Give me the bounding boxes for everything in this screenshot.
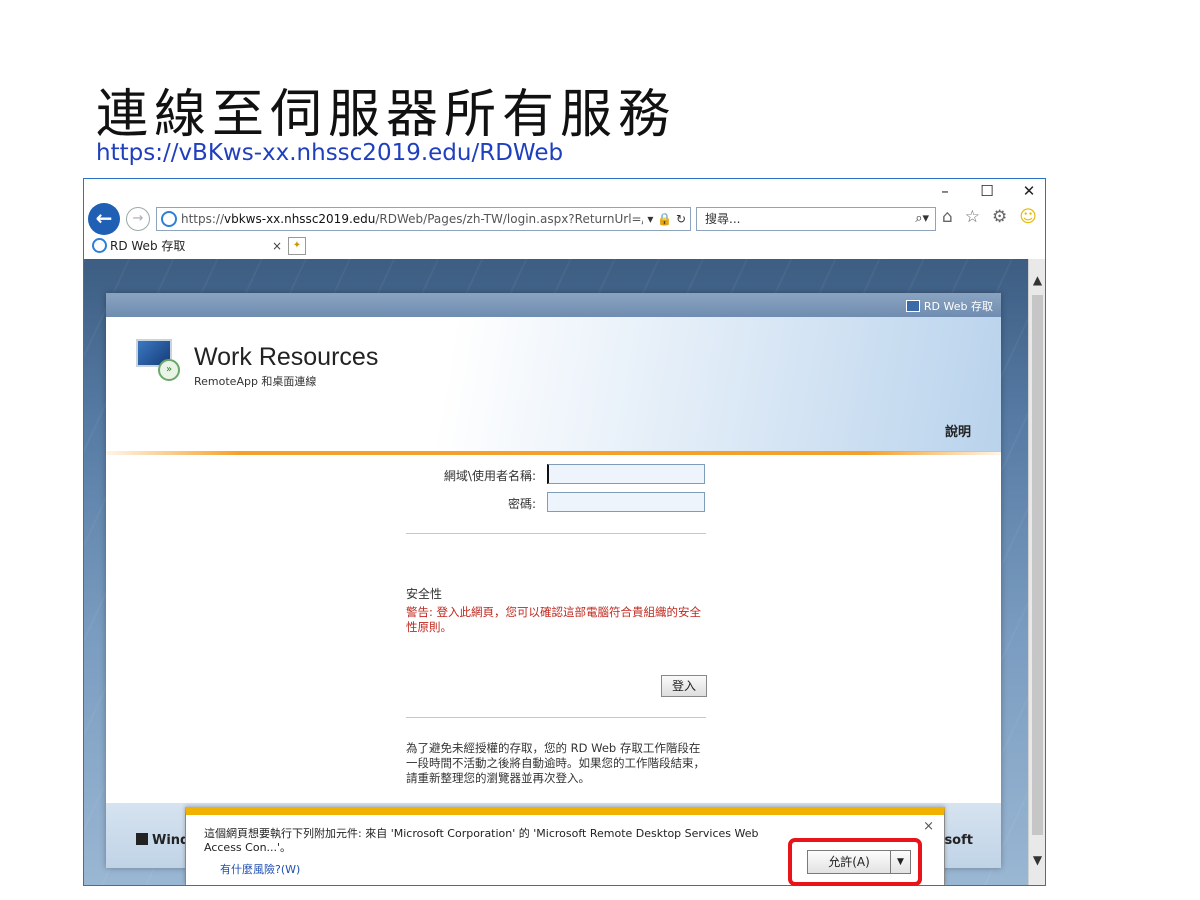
form-divider-bottom — [406, 717, 706, 718]
address-bar[interactable]: https://vbkws-xx.nhssc2019.edu/RDWeb/Pag… — [156, 207, 691, 231]
address-path: /RDWeb/Pages/zh-TW/login.aspx?ReturnUrl=… — [375, 212, 658, 226]
risk-link[interactable]: 有什麼風險?(W) — [220, 861, 300, 877]
notification-message: 這個網頁想要執行下列附加元件: 來自 'Microsoft Corporatio… — [204, 827, 759, 854]
rdweb-panel: RD Web 存取 » Work Resources RemoteApp 和桌面… — [106, 293, 1001, 868]
tab-label: RD Web 存取 — [110, 239, 186, 253]
highlight-annotation-box — [788, 838, 922, 886]
help-link[interactable]: 說明 — [945, 421, 971, 440]
home-icon[interactable]: ⌂ — [942, 207, 953, 227]
address-host: vbkws-xx.nhssc2019.edu — [224, 212, 376, 226]
form-divider-top — [406, 533, 706, 534]
notification-close-icon[interactable]: × — [923, 819, 934, 834]
slide-url: https://vBKws-xx.nhssc2019.edu/RDWeb — [96, 140, 564, 166]
search-placeholder: 搜尋... — [705, 212, 741, 226]
vertical-scrollbar[interactable]: ▲ ▼ — [1028, 259, 1045, 885]
settings-gear-icon[interactable]: ⚙ — [992, 207, 1007, 227]
new-tab-icon[interactable]: ✦ — [288, 237, 306, 255]
favorites-star-icon[interactable]: ☆ — [965, 207, 980, 227]
browser-window: – ☐ ✕ ← → https://vbkws-xx.nhssc2019.edu… — [83, 178, 1046, 886]
rd-web-icon — [905, 300, 920, 312]
forward-button[interactable]: → — [126, 207, 150, 231]
address-controls[interactable]: ▾ 🔒 ↻ — [643, 208, 686, 230]
header-divider — [106, 451, 1001, 455]
feedback-smiley-icon[interactable]: ☺ — [1019, 207, 1037, 227]
tab-close-icon[interactable]: × — [272, 235, 282, 257]
username-label: 網域\使用者名稱: — [443, 469, 536, 483]
password-input[interactable] — [547, 492, 705, 512]
login-form: 網域\使用者名稱: 密碼: 安全性 警告: 登入此網頁，您可以確認這部電腦符合貴… — [106, 463, 1001, 803]
tab-rd-web[interactable]: RD Web 存取 × — [88, 235, 288, 257]
rdweb-header: » Work Resources RemoteApp 和桌面連線 說明 — [106, 317, 1001, 452]
maximize-button[interactable]: ☐ — [979, 183, 995, 199]
rd-web-label: RD Web 存取 — [923, 300, 993, 313]
forward-arrow-icon: → — [132, 211, 144, 226]
toolbar-icons: ⌂ ☆ ⚙ ☺ — [942, 207, 1037, 227]
remote-desktop-icon: » — [134, 339, 180, 381]
scroll-up-icon[interactable]: ▲ — [1029, 273, 1045, 291]
login-button[interactable]: 登入 — [661, 675, 707, 697]
back-arrow-icon: ← — [95, 206, 113, 230]
tab-strip: RD Web 存取 × ✦ — [84, 235, 1045, 257]
work-resources-title: Work Resources — [194, 343, 379, 371]
back-button[interactable]: ← — [88, 203, 120, 235]
username-input[interactable] — [547, 464, 705, 484]
security-warning: 警告: 登入此網頁，您可以確認這部電腦符合貴組織的安全性原則。 — [406, 605, 702, 634]
scroll-thumb[interactable] — [1032, 295, 1043, 835]
navigation-bar: ← → https://vbkws-xx.nhssc2019.edu/RDWeb… — [84, 203, 1045, 235]
windows-flag-icon — [136, 833, 148, 845]
security-title: 安全性 — [406, 587, 443, 601]
slide-title: 連線至伺服器所有服務 — [96, 85, 677, 145]
window-controls: – ☐ ✕ — [937, 183, 1037, 199]
scroll-down-icon[interactable]: ▼ — [1029, 853, 1045, 871]
page-content: RD Web 存取 » Work Resources RemoteApp 和桌面… — [84, 259, 1029, 885]
search-input[interactable]: 搜尋... ⌕▾ — [696, 207, 936, 231]
password-label: 密碼: — [507, 497, 536, 511]
timeout-note: 為了避免未經授權的存取，您的 RD Web 存取工作階段在一段時間不活動之後將自… — [406, 741, 705, 785]
work-resources-subtitle: RemoteApp 和桌面連線 — [194, 375, 317, 388]
close-window-button[interactable]: ✕ — [1021, 183, 1037, 199]
rdweb-topbar: RD Web 存取 — [106, 293, 1001, 317]
minimize-button[interactable]: – — [937, 183, 953, 199]
search-icon[interactable]: ⌕▾ — [915, 208, 929, 230]
ie-tab-icon — [92, 238, 107, 253]
address-scheme: https:// — [181, 212, 225, 226]
ie-favicon-icon — [161, 211, 177, 227]
